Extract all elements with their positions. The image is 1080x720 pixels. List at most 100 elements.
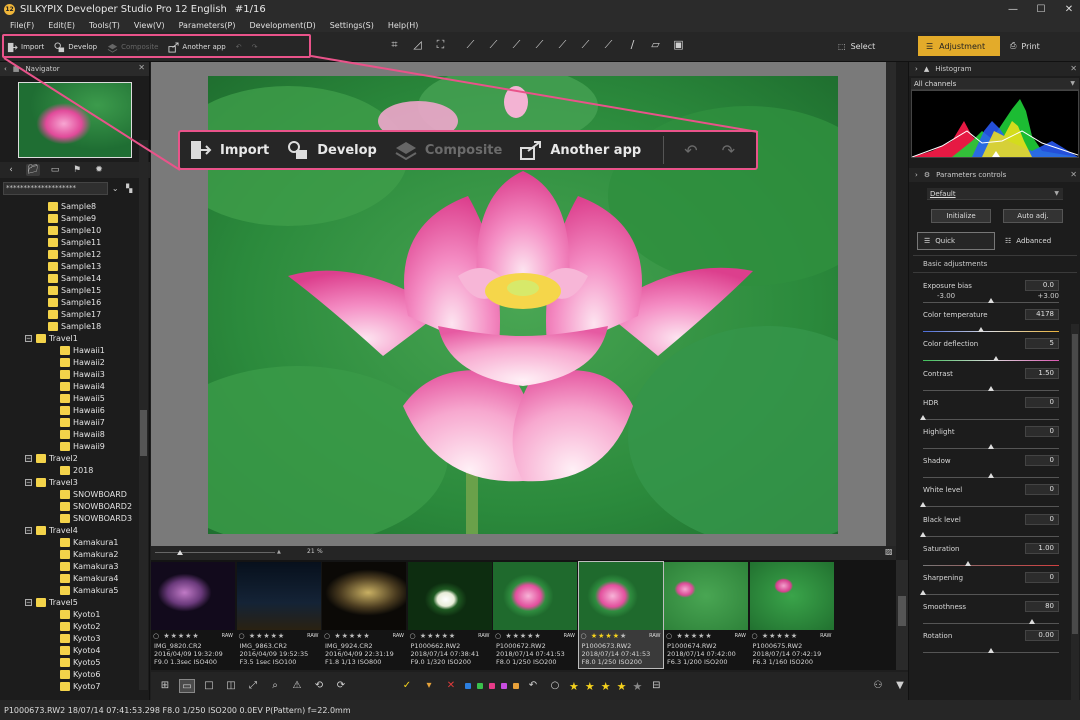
- param-slider-knob[interactable]: [988, 298, 994, 303]
- single-view-icon[interactable]: □: [201, 679, 217, 693]
- param-slider-knob[interactable]: [993, 356, 1000, 362]
- tree-item[interactable]: Kyoto3: [0, 632, 138, 644]
- filmstrip-scrollbar[interactable]: [896, 560, 908, 670]
- parameters-scrollbar[interactable]: [1071, 324, 1079, 700]
- tree-item[interactable]: SNOWBOARD: [0, 488, 138, 500]
- tree-item[interactable]: Hawaii7: [0, 416, 138, 428]
- param-slider-knob[interactable]: [988, 648, 994, 654]
- people-icon[interactable]: ⚇: [870, 679, 886, 693]
- folder-tab-icon[interactable]: 📁︎: [26, 164, 40, 176]
- param-value-input[interactable]: 0: [1025, 426, 1059, 437]
- tree-item[interactable]: Hawaii6: [0, 404, 138, 416]
- dropper-highlight-icon[interactable]: ⟋: [533, 38, 546, 51]
- param-value-input[interactable]: 0.00: [1025, 630, 1059, 642]
- param-slider-knob[interactable]: [988, 473, 994, 479]
- tree-item[interactable]: Sample14: [0, 272, 138, 284]
- tree-expander-icon[interactable]: −: [25, 478, 32, 486]
- param-value-input[interactable]: 0: [1025, 455, 1059, 467]
- tree-item[interactable]: Kamakura2: [0, 548, 138, 560]
- channel-select[interactable]: All channels ▼: [911, 78, 1079, 90]
- expand-icon[interactable]: ›: [915, 65, 918, 73]
- param-slider-knob[interactable]: [964, 560, 971, 566]
- tree-item[interactable]: − Travel1: [0, 332, 138, 344]
- dropper-black-icon[interactable]: ⟋: [556, 38, 569, 51]
- tree-item[interactable]: Kamakura1: [0, 536, 138, 548]
- scrollbar-thumb[interactable]: [140, 410, 147, 456]
- filmstrip-item[interactable]: ○ ★★★★★ RAW P1000673.RW2 2018/07/14 07:41:5…: [577, 561, 664, 669]
- slider-knob[interactable]: [177, 550, 183, 555]
- folder-up-icon[interactable]: ▚: [122, 184, 136, 193]
- param-value-input[interactable]: 5: [1025, 338, 1059, 350]
- warning-icon[interactable]: ⚠: [289, 679, 305, 693]
- callout-another-app-button[interactable]: Another app: [516, 140, 655, 160]
- tree-item[interactable]: Sample12: [0, 248, 138, 260]
- param-slider-track[interactable]: [923, 623, 1059, 625]
- param-slider-track[interactable]: [923, 360, 1059, 362]
- dropper-hue-icon[interactable]: ⟋: [602, 38, 615, 51]
- lock-icon[interactable]: ⊟: [648, 679, 664, 693]
- tree-item[interactable]: Sample9: [0, 212, 138, 224]
- close-icon[interactable]: ✕: [1062, 4, 1076, 15]
- stamp-icon[interactable]: ▣: [672, 38, 685, 51]
- auto-adjust-button[interactable]: Auto adj.: [1003, 209, 1063, 223]
- crop-icon[interactable]: ⌗: [388, 38, 401, 51]
- mode-select-button[interactable]: ⬚ Select: [830, 36, 908, 56]
- tree-item[interactable]: − Travel4: [0, 524, 138, 536]
- minimize-icon[interactable]: —: [1006, 4, 1020, 15]
- tree-item[interactable]: Kyoto6: [0, 668, 138, 680]
- dropper-gray-icon[interactable]: ⟋: [487, 38, 500, 51]
- fit-icon[interactable]: ▨: [885, 547, 893, 556]
- param-value-input[interactable]: 0: [1025, 572, 1059, 583]
- settings-tab-icon[interactable]: ✹: [92, 164, 106, 176]
- tree-item[interactable]: Kamakura3: [0, 560, 138, 572]
- tree-item[interactable]: Hawaii1: [0, 344, 138, 356]
- scrollbar-thumb[interactable]: [1072, 334, 1078, 634]
- slider-track[interactable]: [155, 552, 275, 553]
- redo-icon[interactable]: ↷: [710, 141, 747, 160]
- menu-item[interactable]: Edit(E): [48, 21, 75, 30]
- star-rating[interactable]: ○ ★★★★★: [495, 632, 542, 640]
- menu-item[interactable]: File(F): [10, 21, 34, 30]
- param-slider-track[interactable]: [923, 564, 1059, 566]
- undo-rating-icon[interactable]: ↶: [525, 679, 541, 693]
- tree-item[interactable]: − Travel5: [0, 596, 138, 608]
- tree-item[interactable]: Sample10: [0, 224, 138, 236]
- tree-expander-icon[interactable]: −: [25, 334, 32, 342]
- slider-max-icon[interactable]: ▲: [277, 549, 281, 555]
- viewer-vertical-scrollbar[interactable]: [886, 62, 896, 546]
- filmstrip-item[interactable]: ○ ★★★★★ RAW IMG_9863.CR2 2016/04/09 19:52:3…: [236, 562, 321, 668]
- tree-item[interactable]: 2018: [0, 464, 138, 476]
- mode-adjustment-button[interactable]: ☰ Adjustment: [918, 36, 1000, 56]
- param-value-input[interactable]: 80: [1025, 601, 1059, 613]
- tree-item[interactable]: Sample16: [0, 296, 138, 308]
- param-value-input[interactable]: 4178: [1025, 309, 1059, 321]
- param-slider-track[interactable]: [923, 535, 1059, 537]
- quick-tab[interactable]: ☰ Quick: [917, 232, 995, 250]
- param-value-input[interactable]: 1.00: [1025, 542, 1059, 554]
- tree-item[interactable]: Sample17: [0, 308, 138, 320]
- color-label-purple[interactable]: [501, 683, 507, 689]
- star-rating[interactable]: ○ ★★★★★: [410, 632, 457, 640]
- rating-star-2[interactable]: ★: [585, 680, 595, 693]
- param-value-input[interactable]: 0: [1025, 396, 1059, 408]
- filmstrip-item[interactable]: ○ ★★★★★ RAW IMG_9924.CR2 2016/04/09 22:31:1…: [322, 562, 406, 668]
- tree-item[interactable]: Hawaii2: [0, 356, 138, 368]
- filmstrip-view-icon[interactable]: ▭: [179, 679, 195, 693]
- comment-tab-icon[interactable]: ▭: [48, 164, 62, 176]
- callout-import-button[interactable]: Import: [186, 140, 283, 160]
- star-rating[interactable]: ○ ★★★★★: [752, 632, 799, 640]
- callout-develop-button[interactable]: Develop: [283, 140, 391, 160]
- folder-tree-scrollbar[interactable]: [139, 140, 148, 690]
- color-label-orange[interactable]: [513, 683, 519, 689]
- param-slider-track[interactable]: [923, 331, 1059, 333]
- eraser-icon[interactable]: ▱: [649, 38, 662, 51]
- dropper-color-icon[interactable]: ⟋: [579, 38, 592, 51]
- back-icon[interactable]: ‹: [4, 164, 18, 176]
- tree-item[interactable]: − Travel2: [0, 452, 138, 464]
- zoom-icon[interactable]: ⌕: [267, 679, 283, 693]
- color-label-blue[interactable]: [465, 683, 471, 689]
- param-slider-knob[interactable]: [988, 385, 994, 391]
- param-value-input[interactable]: 0: [1025, 484, 1059, 496]
- reject-icon[interactable]: ✕: [443, 679, 459, 693]
- menu-item[interactable]: Development(D): [249, 21, 315, 30]
